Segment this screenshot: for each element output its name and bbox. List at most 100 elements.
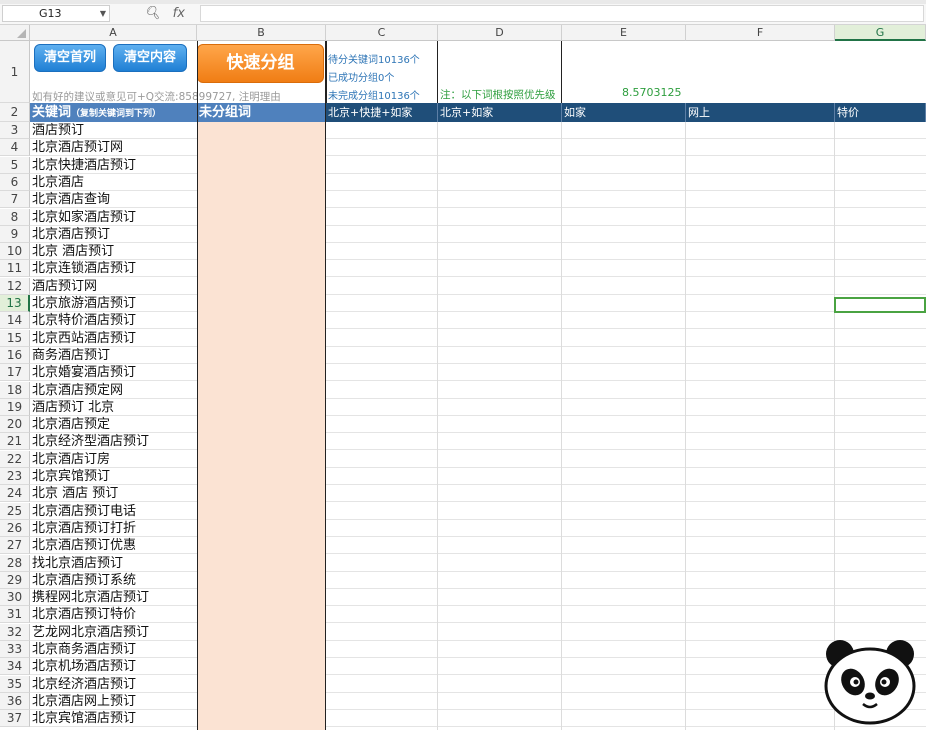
root-header-c[interactable]: 北京+快捷+如家 [326, 103, 438, 122]
selected-cell-g13[interactable] [834, 297, 926, 313]
keyword-cell[interactable]: 北京酒店预订 [32, 226, 110, 243]
row-header[interactable]: 12 [0, 278, 30, 295]
column-header-b[interactable]: B [197, 25, 326, 41]
row-header[interactable]: 28 [0, 555, 30, 572]
row-header[interactable]: 27 [0, 537, 30, 554]
keyword-cell[interactable]: 北京酒店预订打折 [32, 520, 136, 537]
root-header-g[interactable]: 特价 [835, 103, 926, 122]
column-header-a[interactable]: A [30, 25, 197, 41]
keyword-cell[interactable]: 北京酒店预订电话 [32, 503, 136, 520]
root-header-d[interactable]: 北京+如家 [438, 103, 562, 122]
row-header[interactable]: 17 [0, 364, 30, 381]
row-gridline [30, 605, 926, 606]
row-header[interactable]: 13 [0, 295, 30, 312]
row-header[interactable]: 5 [0, 157, 30, 174]
keyword-cell[interactable]: 北京经济酒店预订 [32, 676, 136, 693]
row-header[interactable]: 19 [0, 399, 30, 416]
row-header[interactable]: 20 [0, 416, 30, 433]
row-header[interactable]: 10 [0, 243, 30, 260]
row-header[interactable]: 36 [0, 693, 30, 710]
keyword-cell[interactable]: 北京酒店网上预订 [32, 693, 136, 710]
row-header[interactable]: 34 [0, 658, 30, 675]
keyword-cell[interactable]: 北京婚宴酒店预订 [32, 364, 136, 381]
row-header[interactable]: 16 [0, 347, 30, 364]
quick-group-button[interactable]: 快速分组 [197, 44, 324, 83]
keyword-cell[interactable]: 北京酒店预订系统 [32, 572, 136, 589]
column-header-c[interactable]: C [326, 25, 438, 41]
root-header-f[interactable]: 网上 [686, 103, 835, 122]
keyword-cell[interactable]: 北京特价酒店预订 [32, 312, 136, 329]
keyword-cell[interactable]: 北京酒店预定网 [32, 382, 123, 399]
row-header[interactable]: 7 [0, 191, 30, 208]
keyword-cell[interactable]: 北京酒店预定 [32, 416, 110, 433]
row-header[interactable]: 11 [0, 260, 30, 277]
row-header[interactable]: 22 [0, 451, 30, 468]
keyword-cell[interactable]: 酒店预订 北京 [32, 399, 114, 416]
row-header[interactable]: 29 [0, 572, 30, 589]
column-header-d[interactable]: D [438, 25, 562, 41]
row-header[interactable]: 33 [0, 641, 30, 658]
row-header[interactable]: 8 [0, 209, 30, 226]
keyword-cell[interactable]: 北京西站酒店预订 [32, 330, 136, 347]
keyword-column-header[interactable]: 关键词（复制关键词到下列） [30, 103, 197, 122]
keyword-cell[interactable]: 北京酒店预订特价 [32, 606, 136, 623]
row-header[interactable]: 23 [0, 468, 30, 485]
keyword-cell[interactable]: 北京连锁酒店预订 [32, 260, 136, 277]
row-header[interactable]: 21 [0, 433, 30, 450]
keyword-cell[interactable]: 携程网北京酒店预订 [32, 589, 149, 606]
clear-content-button[interactable]: 清空内容 [113, 44, 187, 72]
ungrouped-column-area[interactable] [197, 122, 326, 730]
row-header[interactable]: 4 [0, 139, 30, 156]
row-header[interactable]: 25 [0, 503, 30, 520]
keyword-cell[interactable]: 北京酒店 [32, 174, 84, 191]
column-header-e[interactable]: E [562, 25, 686, 41]
row-header-1[interactable]: 1 [0, 41, 30, 103]
keyword-cell[interactable]: 北京宾馆酒店预订 [32, 710, 136, 727]
column-header-f[interactable]: F [686, 25, 835, 41]
row-header[interactable]: 9 [0, 226, 30, 243]
formula-input[interactable] [200, 5, 924, 22]
row-header[interactable]: 24 [0, 485, 30, 502]
row-gridline [30, 363, 926, 364]
root-header-e[interactable]: 如家 [562, 103, 686, 122]
row-header[interactable]: 14 [0, 312, 30, 329]
keyword-cell[interactable]: 北京酒店预订网 [32, 139, 123, 156]
keyword-cell[interactable]: 北京酒店订房 [32, 451, 110, 468]
name-box[interactable]: G13 ▼ [2, 5, 110, 22]
row-header[interactable]: 37 [0, 710, 30, 727]
keyword-cell[interactable]: 北京快捷酒店预订 [32, 157, 136, 174]
column-header-g[interactable]: G [835, 25, 926, 41]
clear-first-column-button[interactable]: 清空首列 [34, 44, 106, 72]
ungrouped-column-header[interactable]: 未分组词 [197, 103, 326, 122]
keyword-cell[interactable]: 酒店预订网 [32, 278, 97, 295]
row-header[interactable]: 30 [0, 589, 30, 606]
keyword-cell[interactable]: 北京酒店预订优惠 [32, 537, 136, 554]
row-header[interactable]: 18 [0, 382, 30, 399]
keyword-cell[interactable]: 北京机场酒店预订 [32, 658, 136, 675]
keyword-cell[interactable]: 北京酒店查询 [32, 191, 110, 208]
keyword-cell[interactable]: 找北京酒店预订 [32, 555, 123, 572]
keyword-cell[interactable]: 北京宾馆预订 [32, 468, 110, 485]
keyword-cell[interactable]: 艺龙网北京酒店预订 [32, 624, 149, 641]
keyword-cell[interactable]: 北京 酒店预订 [32, 243, 114, 260]
chevron-down-icon[interactable]: ▼ [100, 6, 106, 21]
keyword-cell[interactable]: 酒店预订 [32, 122, 84, 139]
keyword-cell[interactable]: 北京旅游酒店预订 [32, 295, 136, 312]
keyword-cell[interactable]: 北京如家酒店预订 [32, 209, 136, 226]
row-header[interactable]: 32 [0, 624, 30, 641]
fx-icon[interactable]: fx [173, 6, 185, 21]
keyword-cell[interactable]: 北京经济型酒店预订 [32, 433, 149, 450]
row-header[interactable]: 6 [0, 174, 30, 191]
keyword-cell[interactable]: 北京商务酒店预订 [32, 641, 136, 658]
select-all-corner[interactable] [0, 25, 30, 41]
magnifier-icon[interactable]: 🔍︎ [144, 6, 161, 21]
keyword-cell[interactable]: 商务酒店预订 [32, 347, 110, 364]
row-header[interactable]: 31 [0, 606, 30, 623]
row-header[interactable]: 26 [0, 520, 30, 537]
row1-divider [326, 41, 327, 103]
row-header-2[interactable]: 2 [0, 103, 30, 122]
row-header[interactable]: 15 [0, 330, 30, 347]
row-header[interactable]: 3 [0, 122, 30, 139]
row-header[interactable]: 35 [0, 676, 30, 693]
keyword-cell[interactable]: 北京 酒店 预订 [32, 485, 118, 502]
